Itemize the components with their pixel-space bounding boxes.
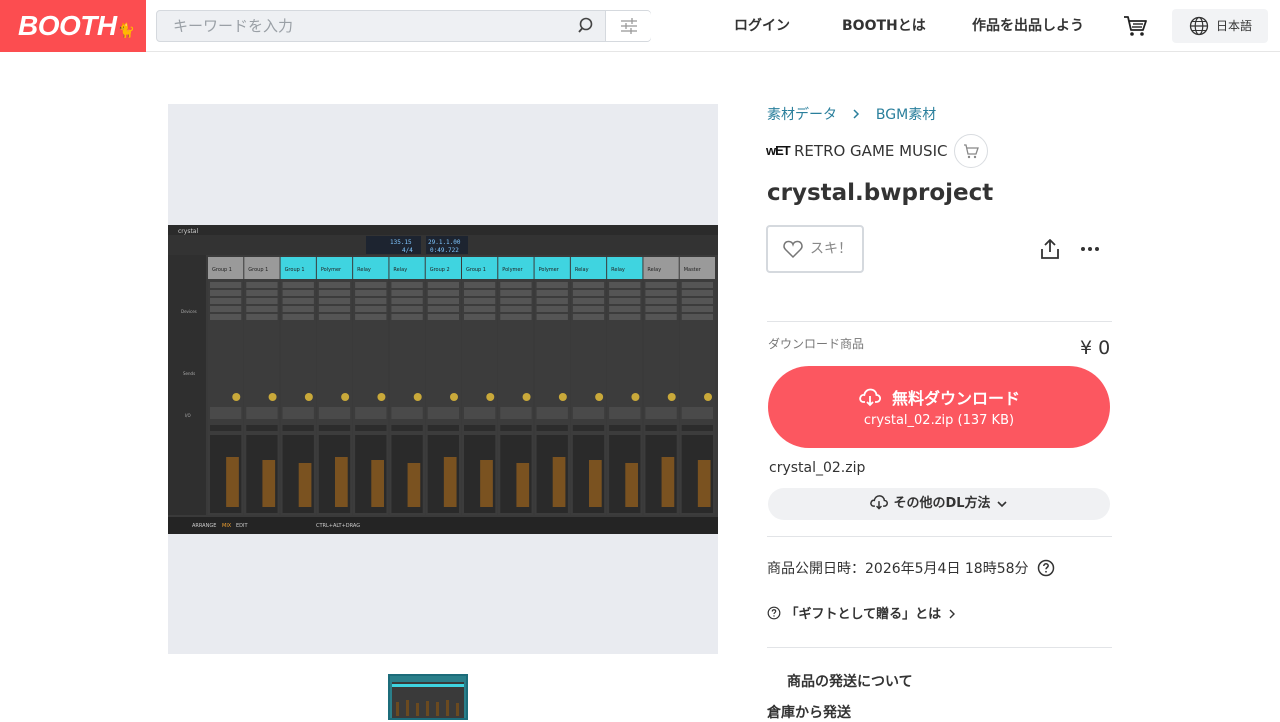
language-label: 日本語 (1216, 19, 1253, 33)
like-label: スキ！ (810, 241, 852, 257)
daw-track-name: Relay (357, 267, 371, 273)
top-bar: BOOTH🐈 ログイン BOOTHとは 作品を出品しよう 日本語 (0, 0, 1280, 52)
gift-info-link[interactable]: 「ギフトとして贈る」とは (767, 603, 958, 622)
published-date-text: 商品公開日時：2026年5月4日 18時58分 (767, 561, 1029, 577)
search-icon[interactable] (577, 16, 597, 36)
booth-logo[interactable]: BOOTH🐈 (0, 0, 146, 52)
cloud-download-icon (859, 388, 881, 407)
more-dots-icon[interactable] (1078, 237, 1102, 261)
daw-row-label: Devices (181, 309, 197, 314)
daw-track-strip: Group 1 (208, 257, 244, 515)
thumbnail-1[interactable] (388, 674, 468, 720)
breadcrumb-subcategory[interactable]: BGM素材 (876, 107, 936, 123)
daw-track-name: Polymer (502, 267, 523, 273)
shipping-subtitle: 倉庫から発送 (767, 705, 851, 721)
daw-screenshot: crystal 135.15 4/4 29.1.1.00 0:49.722 De… (168, 225, 718, 534)
question-circle-icon[interactable] (1037, 559, 1055, 577)
daw-track-strip: Group 1 (244, 257, 280, 515)
daw-track-strip: Group 1 (462, 257, 498, 515)
breadcrumb-category[interactable]: 素材データ (767, 107, 837, 123)
filter-button[interactable] (605, 11, 651, 41)
nav-sell[interactable]: 作品を出品しよう (972, 0, 1084, 52)
daw-tempo: 135.15 (390, 239, 412, 246)
published-date: 商品公開日時：2026年5月4日 18時58分 (767, 558, 1055, 578)
nav-about[interactable]: BOOTHとは (842, 0, 926, 52)
cart-icon[interactable] (1122, 13, 1148, 39)
language-selector[interactable]: 日本語 (1172, 9, 1268, 43)
nav-login[interactable]: ログイン (734, 0, 790, 52)
divider (767, 321, 1112, 322)
cloud-download-icon (870, 495, 888, 510)
daw-track-name: Group 1 (285, 267, 305, 273)
cat-logo-icon: 🐈 (117, 22, 135, 38)
daw-tab-title: crystal (178, 228, 198, 235)
daw-track-strip: Polymer (534, 257, 570, 515)
daw-track-name: Polymer (539, 267, 560, 273)
chevron-right-icon (949, 609, 955, 619)
daw-track-strip: Relay (643, 257, 679, 515)
share-icon[interactable] (1038, 237, 1062, 261)
daw-position: 29.1.1.00 (428, 239, 461, 246)
divider (767, 647, 1112, 648)
daw-track-strip: Group 1 (280, 257, 316, 515)
daw-track-name: Group 1 (248, 267, 268, 273)
daw-track-strip: Relay (353, 257, 389, 515)
daw-tab-mix: MIX (222, 523, 232, 529)
daw-track-name: Group 1 (466, 267, 486, 273)
daw-track-strip: Relay (570, 257, 607, 515)
search-bar (156, 10, 651, 42)
search-input[interactable] (157, 11, 605, 41)
download-file-info: crystal_02.zip (137 KB) (863, 413, 1015, 428)
daw-tab-arrange: ARRANGE (192, 523, 216, 529)
daw-track-name: Polymer (321, 267, 342, 273)
shop-logo[interactable]: wET (766, 143, 791, 158)
question-circle-icon (767, 606, 781, 620)
daw-signature: 4/4 (402, 247, 413, 254)
free-download-button[interactable]: 無料ダウンロード crystal_02.zip (137 KB) (768, 366, 1110, 448)
shop-cart-button[interactable] (954, 134, 988, 168)
other-download-label: その他のDL方法 (893, 496, 991, 511)
product-main-image[interactable]: crystal 135.15 4/4 29.1.1.00 0:49.722 De… (168, 104, 718, 654)
daw-track-strip: Master (679, 257, 715, 515)
cart-icon (964, 144, 979, 159)
daw-row-label: I/O (185, 413, 191, 418)
download-section-label: ダウンロード商品 (768, 337, 865, 351)
daw-track-name: Relay (647, 267, 661, 273)
daw-track-strip: Group 2 (425, 257, 461, 515)
breadcrumb: 素材データ BGM素材 (767, 104, 936, 124)
daw-track-strip: Relay (607, 257, 643, 515)
chevron-down-icon (997, 501, 1007, 508)
other-download-methods-button[interactable]: その他のDL方法 (768, 488, 1110, 520)
daw-tab-edit: EDIT (236, 523, 248, 529)
daw-track-strip: Polymer (316, 257, 353, 515)
daw-time: 0:49.722 (430, 247, 459, 254)
daw-track-name: Relay (393, 267, 407, 273)
divider (767, 536, 1112, 537)
daw-track-name: Group 1 (212, 267, 232, 273)
daw-mixer-image: crystal 135.15 4/4 29.1.1.00 0:49.722 De… (168, 225, 718, 534)
daw-track-strip: Relay (389, 257, 425, 515)
shop-name[interactable]: RETRO GAME MUSIC (794, 142, 947, 160)
download-button-label: 無料ダウンロード (891, 389, 1020, 408)
download-button-label-row: 無料ダウンロード (768, 385, 1110, 409)
daw-hint: CTRL+ALT+DRAG (316, 523, 360, 529)
chevron-right-icon (853, 109, 860, 119)
heart-icon (783, 240, 803, 259)
thumbnail-image (390, 676, 466, 718)
daw-row-label: Sends (183, 371, 195, 376)
daw-track-name: Master (684, 267, 702, 273)
daw-track-name: Relay (611, 267, 625, 273)
globe-icon (1189, 16, 1209, 36)
sliders-icon (621, 18, 637, 34)
like-button[interactable]: スキ！ (766, 225, 864, 273)
daw-track-strip: Polymer (498, 257, 534, 515)
daw-track-name: Group 2 (430, 267, 450, 273)
file-name: crystal_02.zip (769, 460, 866, 476)
shipping-title: 商品の発送について (787, 674, 913, 690)
product-title: crystal.bwproject (767, 180, 994, 206)
gift-info-label: 「ギフトとして贈る」とは (785, 607, 942, 622)
daw-track-name: Relay (575, 267, 589, 273)
price: ¥ 0 (1080, 337, 1111, 359)
